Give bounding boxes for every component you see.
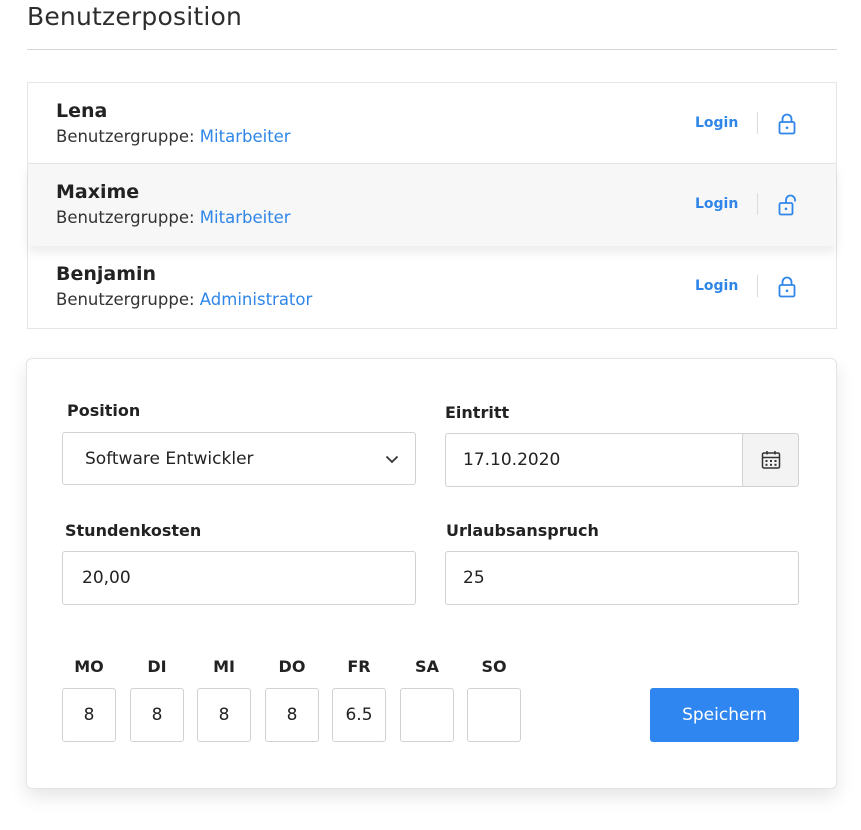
user-list: Lena Benutzergruppe: Mitarbeiter Login M…: [27, 82, 837, 329]
vacation-value: 25: [463, 568, 485, 588]
chevron-down-icon: [385, 455, 399, 464]
position-select[interactable]: Software Entwickler: [62, 432, 416, 485]
vacation-label: Urlaubsanspruch: [446, 521, 599, 540]
login-link[interactable]: Login: [695, 196, 738, 212]
entry-date-label: Eintritt: [445, 403, 510, 422]
lock-closed-icon[interactable]: [778, 276, 796, 298]
user-group-link[interactable]: Administrator: [200, 290, 312, 309]
lock-open-icon[interactable]: [778, 194, 798, 216]
lock-closed-icon[interactable]: [778, 113, 796, 135]
login-link[interactable]: Login: [695, 278, 738, 294]
day-label-do: DO: [278, 657, 306, 676]
calendar-button[interactable]: [742, 433, 799, 487]
day-label-sa: SA: [415, 657, 439, 676]
user-row-lena[interactable]: Lena Benutzergruppe: Mitarbeiter Login: [28, 83, 836, 164]
page-title: Benutzerposition: [27, 2, 243, 31]
day-input-fr[interactable]: 6.5: [332, 688, 386, 742]
vacation-input[interactable]: 25: [445, 551, 799, 605]
user-row-maxime[interactable]: Maxime Benutzergruppe: Mitarbeiter Login: [28, 164, 836, 246]
login-link[interactable]: Login: [695, 115, 738, 131]
day-input-do[interactable]: 8: [265, 688, 319, 742]
entry-date-value: 17.10.2020: [463, 450, 561, 470]
day-label-mo: MO: [74, 657, 104, 676]
user-group-link[interactable]: Mitarbeiter: [200, 208, 291, 227]
day-input-sa[interactable]: [400, 688, 454, 742]
user-group: Benutzergruppe: Mitarbeiter: [56, 208, 291, 227]
calendar-icon: [761, 451, 781, 469]
row-divider: [757, 275, 758, 297]
title-divider: [27, 49, 837, 50]
user-group: Benutzergruppe: Administrator: [56, 290, 312, 309]
day-label-fr: FR: [347, 657, 371, 676]
day-input-mo[interactable]: 8: [62, 688, 116, 742]
day-label-mi: MI: [213, 657, 235, 676]
position-select-value: Software Entwickler: [85, 449, 254, 469]
position-label: Position: [67, 401, 141, 420]
hourly-cost-value: 20,00: [82, 568, 131, 588]
row-divider: [757, 193, 758, 215]
user-name: Maxime: [56, 181, 140, 203]
user-group-label: Benutzergruppe:: [56, 208, 195, 227]
user-group-label: Benutzergruppe:: [56, 127, 195, 146]
user-group-label: Benutzergruppe:: [56, 290, 195, 309]
user-name: Lena: [56, 100, 108, 122]
day-input-di[interactable]: 8: [130, 688, 184, 742]
day-label-di: DI: [147, 657, 167, 676]
day-label-so: SO: [481, 657, 507, 676]
user-row-benjamin[interactable]: Benjamin Benutzergruppe: Administrator L…: [28, 246, 836, 328]
save-button[interactable]: Speichern: [650, 688, 799, 742]
row-divider: [757, 112, 758, 134]
user-name: Benjamin: [56, 263, 157, 285]
user-group: Benutzergruppe: Mitarbeiter: [56, 127, 291, 146]
entry-date-input[interactable]: 17.10.2020: [445, 433, 744, 487]
hourly-cost-input[interactable]: 20,00: [62, 551, 416, 605]
user-group-link[interactable]: Mitarbeiter: [200, 127, 291, 146]
day-input-so[interactable]: [467, 688, 521, 742]
hourly-cost-label: Stundenkosten: [65, 521, 202, 540]
day-input-mi[interactable]: 8: [197, 688, 251, 742]
